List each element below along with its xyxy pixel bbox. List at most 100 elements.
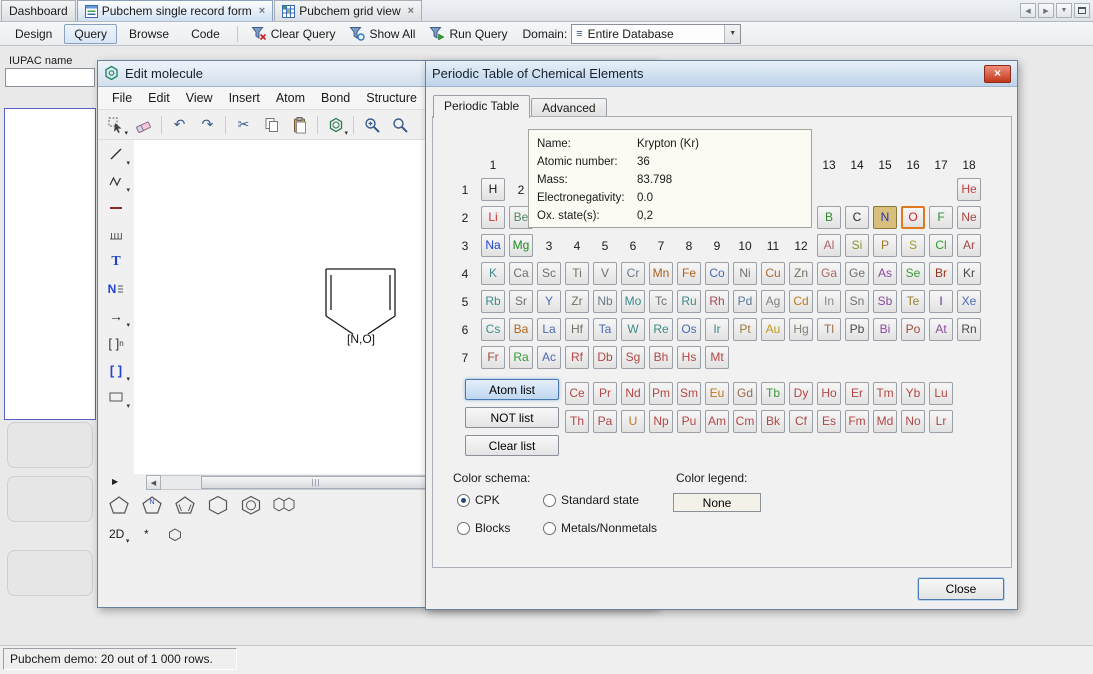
cut-button[interactable]: ✂ <box>230 112 257 137</box>
element-Ba[interactable]: Ba <box>509 318 533 341</box>
bond-tool-button[interactable]: ▾ <box>102 142 130 166</box>
element-Ag[interactable]: Ag <box>761 290 785 313</box>
radio-cpk[interactable]: CPK <box>457 493 543 507</box>
tab-pubchem-grid-view[interactable]: Pubchem grid view× <box>274 0 422 21</box>
color-legend-none-button[interactable]: None <box>673 493 761 512</box>
element-Hf[interactable]: Hf <box>565 318 589 341</box>
element-Li[interactable]: Li <box>481 206 505 229</box>
run-query-button[interactable]: Run Query <box>422 24 514 43</box>
element-F[interactable]: F <box>929 206 953 229</box>
element-Ac[interactable]: Ac <box>537 346 561 369</box>
element-Gd[interactable]: Gd <box>733 382 757 405</box>
element-Au[interactable]: Au <box>761 318 785 341</box>
structure-list-box[interactable] <box>4 108 96 420</box>
radio-metals-nonmetals[interactable]: Metals/Nonmetals <box>543 521 657 535</box>
mode-browse-button[interactable]: Browse <box>119 24 179 44</box>
element-Sm[interactable]: Sm <box>677 382 701 405</box>
mode-code-button[interactable]: Code <box>181 24 230 44</box>
element-Bk[interactable]: Bk <box>761 410 785 433</box>
element-Db[interactable]: Db <box>593 346 617 369</box>
element-Ru[interactable]: Ru <box>677 290 701 313</box>
element-Pt[interactable]: Pt <box>733 318 757 341</box>
maximize-window-button[interactable] <box>1074 3 1090 18</box>
element-Se[interactable]: Se <box>901 262 925 285</box>
menu-structure[interactable]: Structure <box>358 88 425 108</box>
element-C[interactable]: C <box>845 206 869 229</box>
periodic-dialog-titlebar[interactable]: Periodic Table of Chemical Elements × <box>426 61 1017 87</box>
element-W[interactable]: W <box>621 318 645 341</box>
element-Cr[interactable]: Cr <box>621 262 645 285</box>
element-Er[interactable]: Er <box>845 382 869 405</box>
element-Hg[interactable]: Hg <box>789 318 813 341</box>
element-Ni[interactable]: Ni <box>733 262 757 285</box>
element-Cl[interactable]: Cl <box>929 234 953 257</box>
mode-query-button[interactable]: Query <box>64 24 117 44</box>
element-Hs[interactable]: Hs <box>677 346 701 369</box>
aromatize-button[interactable]: ▾ <box>322 112 349 137</box>
element-Ge[interactable]: Ge <box>845 262 869 285</box>
element-Kr[interactable]: Kr <box>957 262 981 285</box>
element-Te[interactable]: Te <box>901 290 925 313</box>
element-Xe[interactable]: Xe <box>957 290 981 313</box>
element-Ti[interactable]: Ti <box>565 262 589 285</box>
select-tool-button[interactable]: ▾ <box>102 112 129 137</box>
element-Pr[interactable]: Pr <box>593 382 617 405</box>
scroll-tabs-right-button[interactable]: ▶ <box>1038 3 1054 18</box>
element-As[interactable]: As <box>873 262 897 285</box>
element-Np[interactable]: Np <box>649 410 673 433</box>
element-Os[interactable]: Os <box>677 318 701 341</box>
element-Tl[interactable]: Tl <box>817 318 841 341</box>
element-Sg[interactable]: Sg <box>621 346 645 369</box>
text-tool-button[interactable]: T <box>102 250 130 274</box>
element-K[interactable]: K <box>481 262 505 285</box>
any-atom-button[interactable]: * <box>137 524 155 544</box>
domain-combobox[interactable]: ≡ Entire Database ▼ <box>571 24 741 44</box>
element-Ra[interactable]: Ra <box>509 346 533 369</box>
element-Rh[interactable]: Rh <box>705 290 729 313</box>
element-In[interactable]: In <box>817 290 841 313</box>
element-Nd[interactable]: Nd <box>621 382 645 405</box>
arrow-tool-button[interactable]: →▾ <box>102 304 130 328</box>
close-tab-icon[interactable]: × <box>408 5 414 17</box>
mode-design-button[interactable]: Design <box>5 24 62 44</box>
element-S[interactable]: S <box>901 234 925 257</box>
element-Bi[interactable]: Bi <box>873 318 897 341</box>
repeat-group-tool-button[interactable]: [ ]n <box>102 331 130 355</box>
copy-button[interactable] <box>258 112 285 137</box>
element-I[interactable]: I <box>929 290 953 313</box>
eraser-tool-button[interactable] <box>130 112 157 137</box>
element-Am[interactable]: Am <box>705 410 729 433</box>
element-Mg[interactable]: Mg <box>509 234 533 257</box>
element-Es[interactable]: Es <box>817 410 841 433</box>
element-Cs[interactable]: Cs <box>481 318 505 341</box>
chain-tool-button[interactable]: ▾ <box>102 169 130 193</box>
element-Tb[interactable]: Tb <box>761 382 785 405</box>
element-Zr[interactable]: Zr <box>565 290 589 313</box>
element-Mo[interactable]: Mo <box>621 290 645 313</box>
bracket-tool-button[interactable]: [ ]▾ <box>102 358 130 382</box>
toolbar-overflow-icon[interactable]: ▶ <box>112 477 118 486</box>
tab-list-dropdown-button[interactable]: ▼ <box>1056 3 1072 18</box>
redo-button[interactable]: ↷ <box>194 112 221 137</box>
benzene-template-button[interactable] <box>236 493 266 517</box>
ring-template-button[interactable] <box>163 524 187 544</box>
element-Yb[interactable]: Yb <box>901 382 925 405</box>
element-Br[interactable]: Br <box>929 262 953 285</box>
element-Re[interactable]: Re <box>649 318 673 341</box>
element-Pd[interactable]: Pd <box>733 290 757 313</box>
undo-button[interactable]: ↶ <box>166 112 193 137</box>
element-Fe[interactable]: Fe <box>677 262 701 285</box>
element-Ir[interactable]: Ir <box>705 318 729 341</box>
element-Mn[interactable]: Mn <box>649 262 673 285</box>
menu-file[interactable]: File <box>104 88 140 108</box>
element-Ne[interactable]: Ne <box>957 206 981 229</box>
tab-dashboard[interactable]: Dashboard <box>1 0 76 21</box>
element-Th[interactable]: Th <box>565 410 589 433</box>
element-Rb[interactable]: Rb <box>481 290 505 313</box>
element-Tc[interactable]: Tc <box>649 290 673 313</box>
element-Pm[interactable]: Pm <box>649 382 673 405</box>
element-Nb[interactable]: Nb <box>593 290 617 313</box>
zoom-in-button[interactable] <box>358 112 385 137</box>
element-Ta[interactable]: Ta <box>593 318 617 341</box>
element-Bh[interactable]: Bh <box>649 346 673 369</box>
